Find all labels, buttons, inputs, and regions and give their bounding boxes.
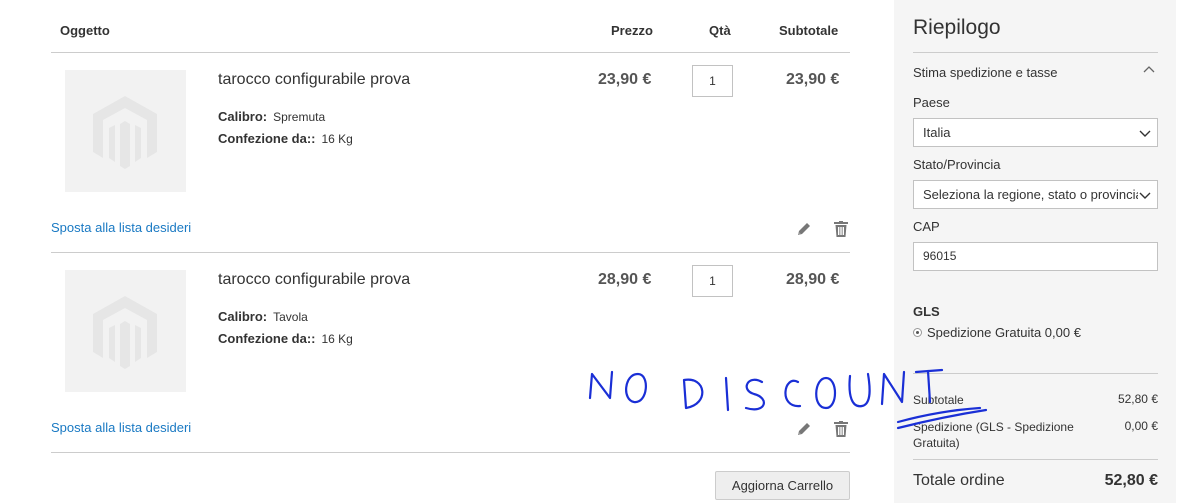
cart-item: tarocco configurabile prova Calibro: Spre… xyxy=(51,53,850,253)
shipping-value: 0,00 € xyxy=(1124,419,1158,433)
zip-label: CAP xyxy=(913,219,940,234)
carrier-name: GLS xyxy=(913,304,940,319)
region-label: Stato/Provincia xyxy=(913,157,1001,172)
shipping-method-label: Spedizione Gratuita 0,00 € xyxy=(927,325,1081,340)
shipping-method-option[interactable]: Spedizione Gratuita 0,00 € xyxy=(913,325,1081,340)
option-value: 16 Kg xyxy=(321,332,353,346)
move-to-wishlist-link[interactable]: Sposta alla lista desideri xyxy=(51,220,191,235)
option-value: Tavola xyxy=(273,310,308,324)
product-name[interactable]: tarocco configurabile prova xyxy=(218,271,410,289)
move-to-wishlist-link[interactable]: Sposta alla lista desideri xyxy=(51,420,191,435)
option-value: 16 Kg xyxy=(321,132,353,146)
option-label: Calibro: xyxy=(218,109,268,124)
subtotal-value: 52,80 € xyxy=(1117,392,1158,406)
item-price: 28,90 € xyxy=(598,271,652,288)
chevron-down-icon xyxy=(1138,190,1152,200)
product-name[interactable]: tarocco configurabile prova xyxy=(218,71,410,89)
zip-input[interactable]: 96015 xyxy=(913,242,1158,271)
country-label: Paese xyxy=(913,95,950,110)
summary-title: Riepilogo xyxy=(913,16,1001,39)
cart-header: Oggetto Prezzo Qtà Subtotale xyxy=(51,0,850,53)
item-subtotal: 28,90 € xyxy=(786,271,840,288)
radio-selected-icon[interactable] xyxy=(913,328,922,337)
qty-input[interactable]: 1 xyxy=(692,265,733,297)
region-select[interactable]: Seleziona la regione, stato o provincia. xyxy=(913,180,1158,209)
qty-input[interactable]: 1 xyxy=(692,65,733,97)
magento-logo-icon xyxy=(93,296,157,369)
divider xyxy=(913,459,1158,460)
chevron-down-icon xyxy=(1138,128,1152,138)
option-calibro: Calibro: Spremuta xyxy=(218,109,325,124)
option-label: Calibro: xyxy=(218,309,268,324)
product-image-placeholder[interactable] xyxy=(65,270,186,392)
update-cart-button[interactable]: Aggiorna Carrello xyxy=(715,471,850,500)
header-subtotal: Subtotale xyxy=(779,23,839,38)
chevron-up-icon[interactable] xyxy=(1143,64,1155,76)
magento-logo-icon xyxy=(93,96,157,169)
divider xyxy=(913,52,1158,53)
item-price: 23,90 € xyxy=(598,71,652,88)
header-price: Prezzo xyxy=(611,23,653,38)
country-value: Italia xyxy=(923,125,951,140)
total-label: Totale ordine xyxy=(913,472,1005,489)
item-subtotal: 23,90 € xyxy=(786,71,840,88)
region-value: Seleziona la regione, stato o provincia. xyxy=(923,187,1147,202)
option-label: Confezione da:: xyxy=(218,131,316,146)
country-select[interactable]: Italia xyxy=(913,118,1158,147)
option-label: Confezione da:: xyxy=(218,331,316,346)
trash-icon[interactable] xyxy=(834,221,848,237)
handwritten-annotation xyxy=(588,368,988,430)
header-item: Oggetto xyxy=(60,23,110,38)
shipping-section-toggle[interactable]: Stima spedizione e tasse xyxy=(913,65,1058,80)
option-confezione: Confezione da:: 16 Kg xyxy=(218,131,353,146)
edit-pencil-icon[interactable] xyxy=(796,221,812,237)
option-calibro: Calibro: Tavola xyxy=(218,309,308,324)
total-value: 52,80 € xyxy=(1104,472,1158,489)
product-image-placeholder[interactable] xyxy=(65,70,186,192)
option-value: Spremuta xyxy=(273,110,326,124)
option-confezione: Confezione da:: 16 Kg xyxy=(218,331,353,346)
header-qty: Qtà xyxy=(709,23,731,38)
